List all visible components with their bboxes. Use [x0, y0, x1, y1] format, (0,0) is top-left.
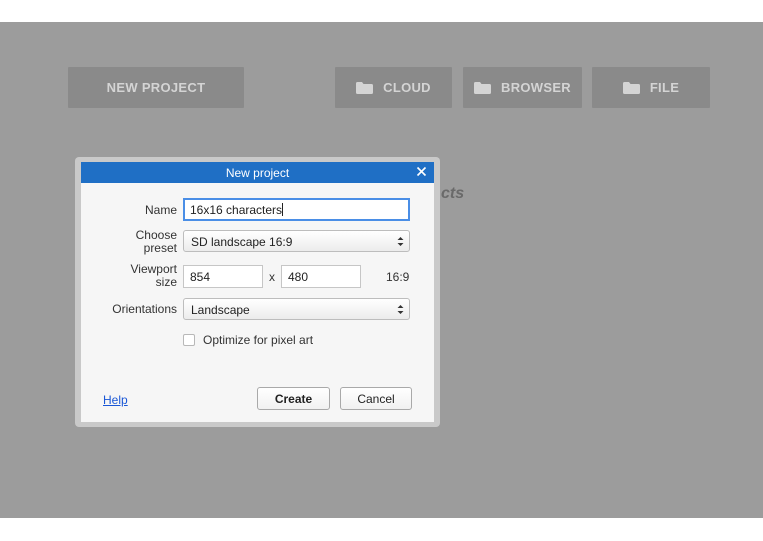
- name-input-value: 16x16 characters: [190, 203, 283, 217]
- preset-select[interactable]: SD landscape 16:9: [183, 230, 410, 252]
- file-button[interactable]: FILE: [592, 67, 710, 108]
- viewport-height-input[interactable]: 480: [281, 265, 361, 288]
- select-arrows-icon: [397, 305, 404, 314]
- viewport-width-input[interactable]: 854: [183, 265, 263, 288]
- pixel-art-checkbox[interactable]: [183, 334, 195, 346]
- preset-label: Choose preset: [136, 229, 177, 255]
- folder-icon: [356, 81, 374, 94]
- text-caret: [282, 203, 284, 216]
- folder-icon: [622, 81, 640, 94]
- viewport-width-value: 854: [190, 270, 211, 284]
- new-project-button[interactable]: NEW PROJECT: [68, 67, 244, 108]
- preset-select-value: SD landscape 16:9: [191, 235, 293, 249]
- name-label: Name: [144, 203, 177, 217]
- orientation-select-value: Landscape: [191, 303, 250, 317]
- aspect-ratio-text: 16:9: [386, 270, 410, 284]
- orientation-select[interactable]: Landscape: [183, 298, 410, 320]
- browser-button[interactable]: BROWSER: [463, 67, 582, 108]
- viewport-height-value: 480: [288, 270, 309, 284]
- cloud-label: CLOUD: [383, 80, 431, 95]
- cloud-button[interactable]: CLOUD: [335, 67, 452, 108]
- new-project-label: NEW PROJECT: [106, 80, 206, 95]
- viewport-label: Viewport size: [131, 263, 177, 289]
- dialog-titlebar: New project: [81, 162, 434, 183]
- preset-label-line2: preset: [143, 241, 177, 255]
- cancel-button[interactable]: Cancel: [340, 387, 412, 410]
- folder-icon: [474, 81, 491, 94]
- create-button[interactable]: Create: [257, 387, 330, 410]
- browser-label: BROWSER: [501, 80, 571, 95]
- background-heading: cts: [441, 185, 465, 202]
- viewport-label-line2: size: [155, 275, 177, 289]
- orientations-label: Orientations: [112, 302, 177, 316]
- help-link[interactable]: Help: [103, 393, 128, 407]
- file-label: FILE: [649, 80, 680, 95]
- dialog-title: New project: [225, 166, 290, 180]
- select-arrows-icon: [397, 237, 404, 246]
- name-input[interactable]: 16x16 characters: [183, 198, 410, 221]
- close-icon[interactable]: [415, 165, 428, 178]
- viewport-times-sign: x: [269, 270, 275, 284]
- pixel-art-label[interactable]: Optimize for pixel art: [203, 333, 313, 347]
- new-project-dialog: New project Name 16x16 characters Choose…: [81, 162, 434, 422]
